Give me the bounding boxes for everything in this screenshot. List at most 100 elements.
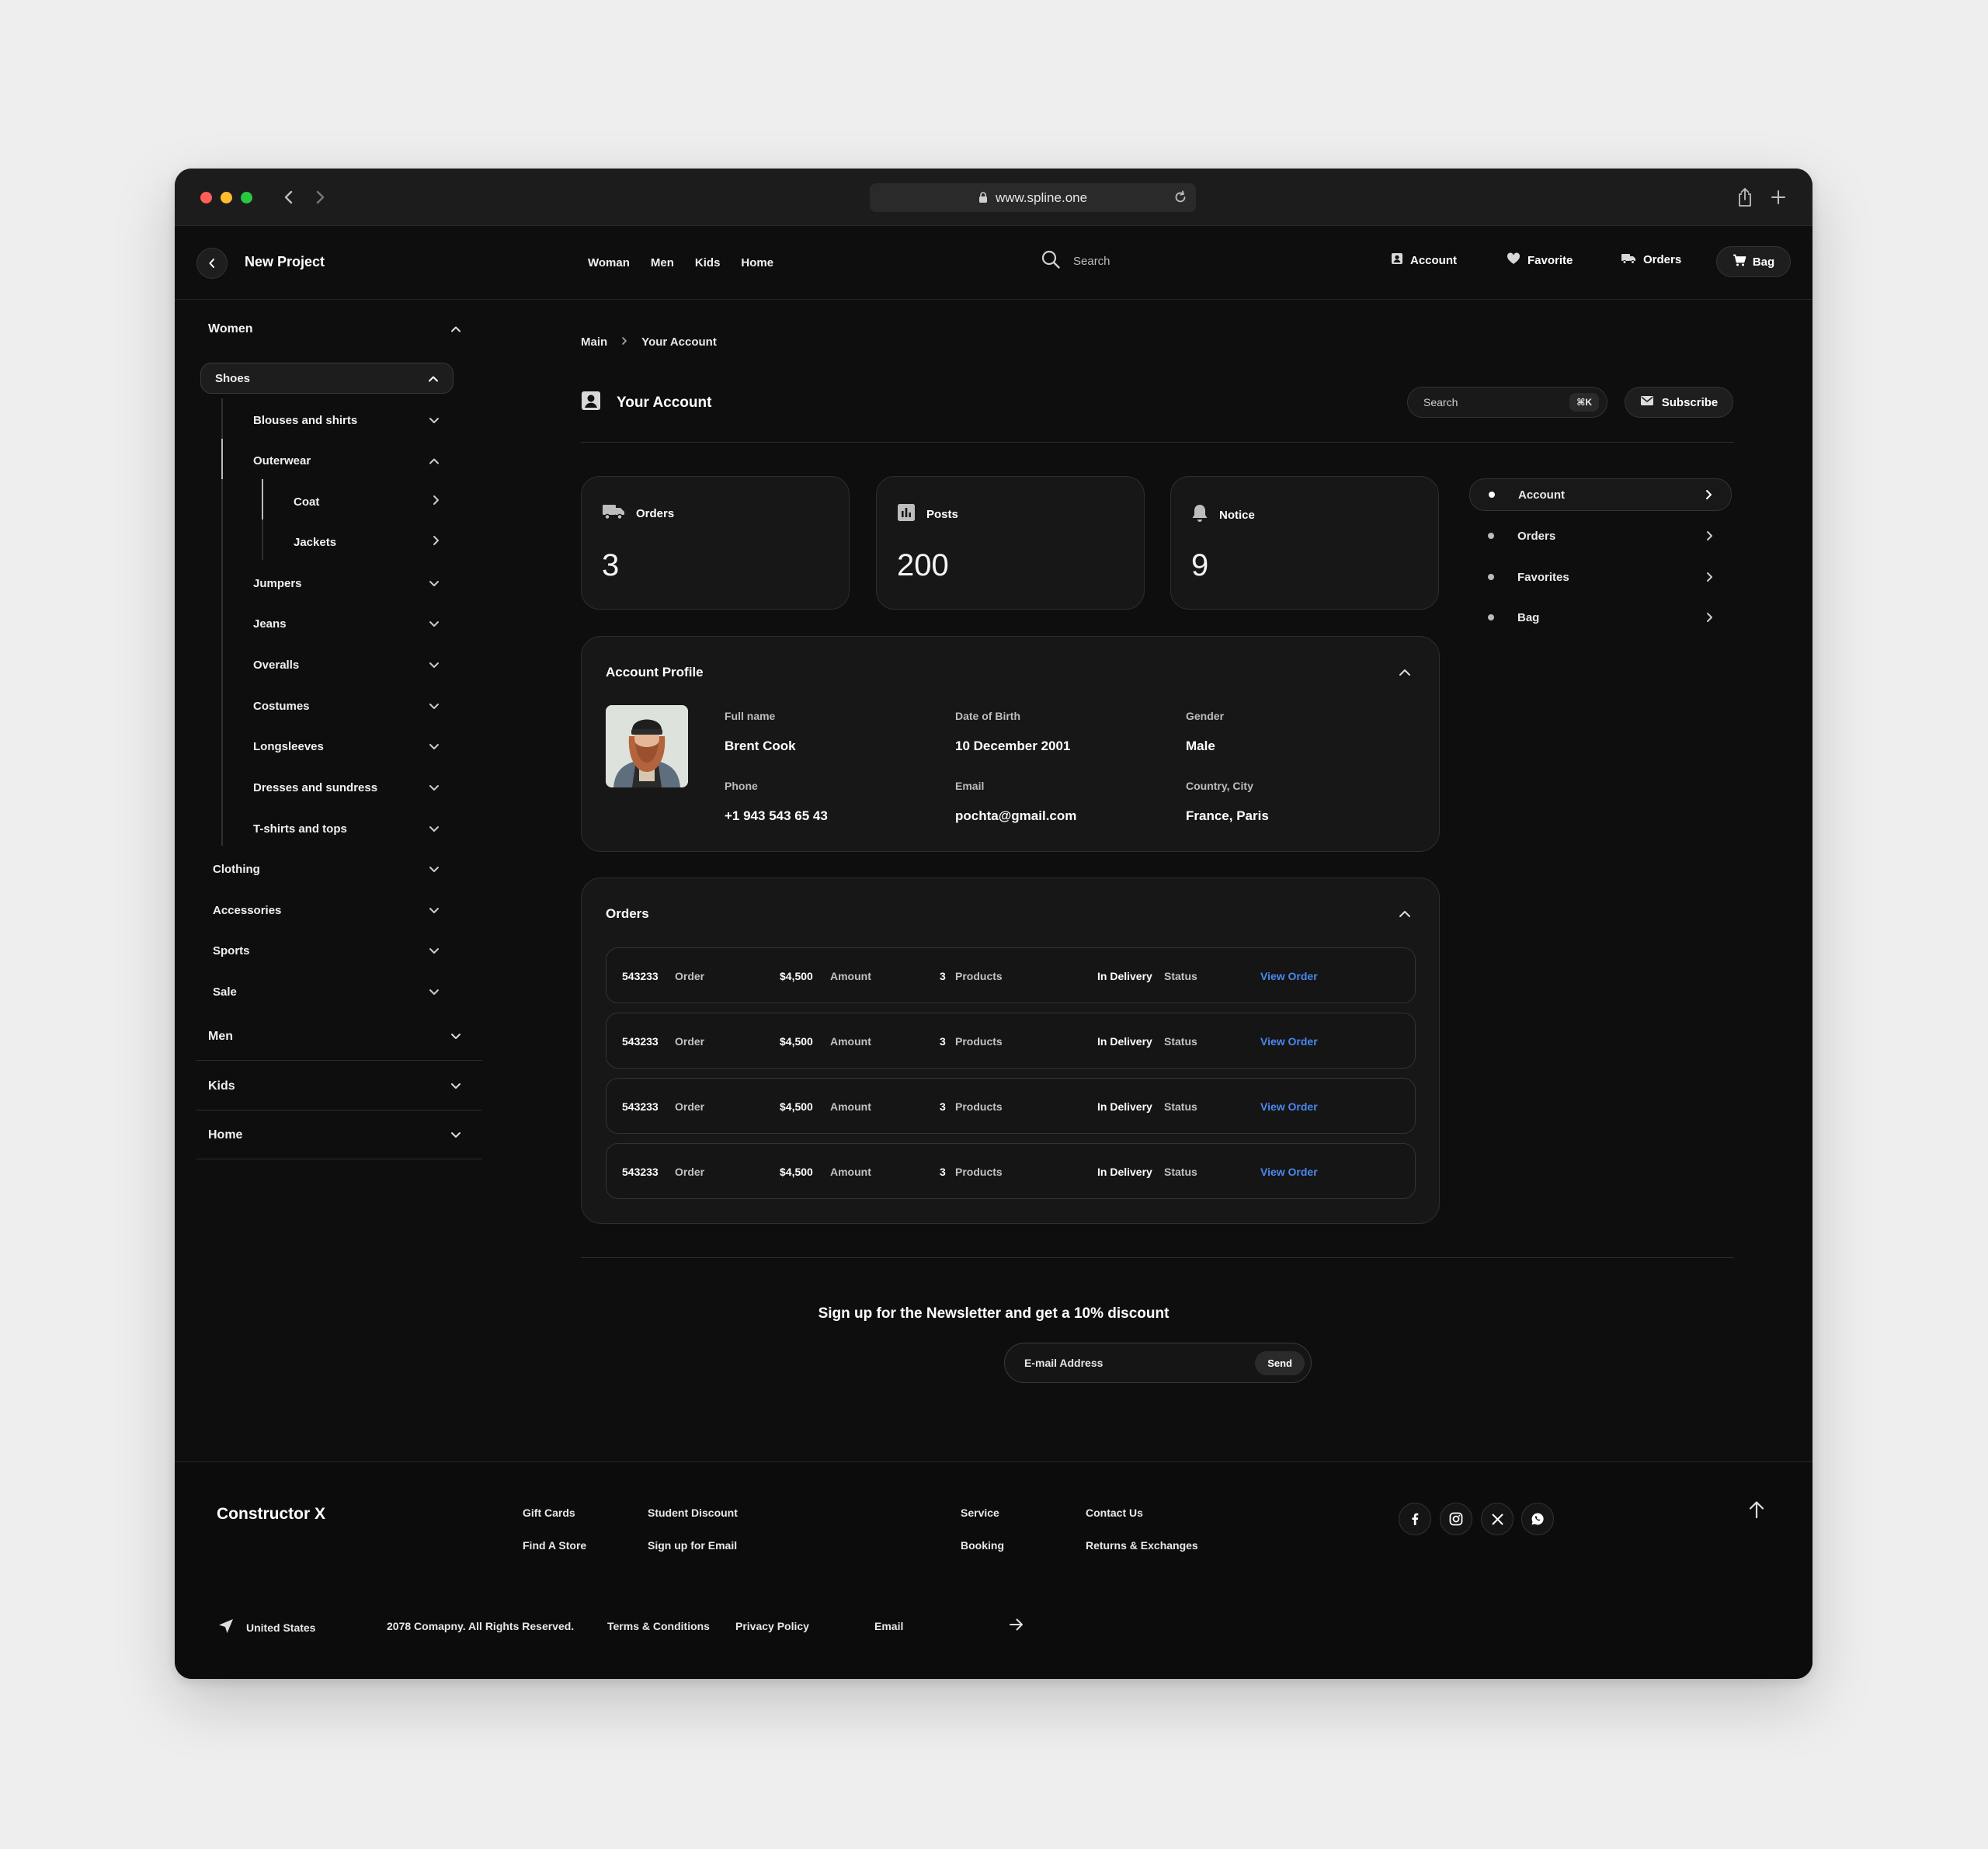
header-favorite-link[interactable]: Favorite [1507,252,1573,268]
send-button[interactable]: Send [1255,1350,1305,1375]
view-order-link[interactable]: View Order [1260,1100,1318,1113]
footer-link-service[interactable]: Service [961,1507,999,1519]
sidebar-label: Coat [294,495,320,509]
footer-link-privacy[interactable]: Privacy Policy [735,1620,809,1632]
back-button[interactable] [196,248,228,279]
footer-link-gift-cards[interactable]: Gift Cards [523,1507,575,1519]
account-icon [1391,252,1403,268]
x-icon[interactable] [1481,1503,1514,1535]
subscribe-button[interactable]: Subscribe [1625,387,1733,418]
stat-value: 3 [602,548,620,582]
view-order-link[interactable]: View Order [1260,970,1318,982]
nav-woman[interactable]: Woman [588,256,630,269]
sidebar-category-kids[interactable]: Kids [208,1077,461,1096]
footer-link-returns[interactable]: Returns & Exchanges [1086,1539,1198,1552]
instagram-icon[interactable] [1440,1503,1472,1535]
sidebar-item-outerwear[interactable]: Outerwear [253,451,440,470]
stat-card-notice[interactable]: Notice 9 [1170,476,1439,610]
breadcrumb-main[interactable]: Main [581,335,607,349]
chevron-down-icon [429,985,440,999]
minimize-window-button[interactable] [221,192,232,203]
browser-window: www.spline.one New Project Woman Men Kid… [175,169,1812,1679]
order-id-label: Order [675,1100,705,1113]
account-nav-account[interactable]: Account [1469,478,1732,511]
header-account-link[interactable]: Account [1391,252,1457,268]
sidebar-item-dresses[interactable]: Dresses and sundress [253,778,440,797]
scroll-to-top-icon[interactable] [1748,1500,1765,1519]
footer-country-selector[interactable]: United States [218,1618,315,1636]
maximize-window-button[interactable] [241,192,252,203]
site-header: New Project Woman Men Kids Home Search A… [175,226,1812,300]
view-order-link[interactable]: View Order [1260,1035,1318,1048]
sidebar-item-jeans[interactable]: Jeans [253,614,440,633]
chevron-right-icon [1706,612,1713,623]
bag-button[interactable]: Bag [1716,246,1791,277]
sidebar-item-longsleeves[interactable]: Longsleeves [253,737,440,756]
sidebar-item-accessories[interactable]: Accessories [213,901,440,919]
sidebar-divider [196,1060,482,1061]
account-nav-orders[interactable]: Orders [1469,520,1732,552]
chevron-up-icon[interactable] [1399,908,1411,922]
footer-email-input[interactable]: Email [874,1620,903,1632]
nav-men[interactable]: Men [651,256,674,269]
site-footer [175,1461,1812,1679]
header-search[interactable]: Search [1041,249,1110,273]
country-label: United States [246,1621,316,1634]
stat-card-posts[interactable]: Posts 200 [876,476,1145,610]
page-search-input[interactable]: Search ⌘K [1407,387,1607,418]
arrow-right-icon[interactable] [1009,1618,1024,1632]
new-tab-icon[interactable] [1767,186,1790,209]
sidebar-item-sports[interactable]: Sports [213,941,440,960]
browser-chrome: www.spline.one [175,169,1812,226]
mail-icon [1640,395,1654,409]
view-order-link[interactable]: View Order [1260,1166,1318,1178]
sidebar-category-home[interactable]: Home [208,1126,461,1145]
sidebar-item-coat[interactable]: Coat [294,492,440,511]
sidebar-item-costumes[interactable]: Costumes [253,697,440,715]
stat-card-orders[interactable]: Orders 3 [581,476,850,610]
sidebar-item-jumpers[interactable]: Jumpers [253,574,440,593]
content-divider [581,1257,1734,1258]
chevron-down-icon [429,617,440,631]
chevron-up-icon[interactable] [1399,666,1411,680]
sidebar-item-clothing[interactable]: Clothing [213,860,440,878]
sidebar-category-men[interactable]: Men [208,1027,461,1046]
whatsapp-icon[interactable] [1521,1503,1554,1535]
sidebar-item-shoes[interactable]: Shoes [200,363,454,394]
order-id-label: Order [675,1035,705,1048]
stat-value: 200 [897,548,949,582]
sidebar-item-blouses[interactable]: Blouses and shirts [253,411,440,429]
sidebar-item-jackets[interactable]: Jackets [294,533,440,551]
chevron-down-icon [429,414,440,427]
footer-link-find-store[interactable]: Find A Store [523,1539,586,1552]
sidebar-item-sale[interactable]: Sale [213,982,440,1001]
browser-back-icon[interactable] [277,186,301,209]
breadcrumb-current: Your Account [641,335,717,349]
footer-link-booking[interactable]: Booking [961,1539,1004,1552]
facebook-icon[interactable] [1399,1503,1431,1535]
sidebar-item-overalls[interactable]: Overalls [253,655,440,674]
footer-link-contact[interactable]: Contact Us [1086,1507,1143,1519]
newsletter-email-input[interactable]: E-mail Address Send [1004,1343,1312,1383]
footer-link-sign-up-email[interactable]: Sign up for Email [648,1539,737,1552]
account-nav-bag[interactable]: Bag [1469,601,1732,634]
share-icon[interactable] [1733,186,1757,209]
heart-icon [1507,252,1521,268]
order-qty: 3 [940,1100,946,1113]
chevron-down-icon [429,659,440,672]
header-orders-link[interactable]: Orders [1621,252,1681,267]
truck-icon [1621,252,1636,267]
account-nav-favorites[interactable]: Favorites [1469,561,1732,593]
nav-kids[interactable]: Kids [695,256,721,269]
field-label: Phone [725,780,758,792]
stat-label: Orders [636,506,675,520]
footer-link-student-discount[interactable]: Student Discount [648,1507,738,1519]
reload-icon[interactable] [1173,189,1188,205]
footer-link-terms[interactable]: Terms & Conditions [607,1620,710,1632]
sidebar-item-tshirts[interactable]: T-shirts and tops [253,819,440,838]
browser-forward-icon[interactable] [308,186,332,209]
sidebar-category-women[interactable]: Women [208,320,461,339]
address-bar[interactable]: www.spline.one [870,183,1196,212]
nav-home[interactable]: Home [741,256,773,269]
close-window-button[interactable] [200,192,212,203]
